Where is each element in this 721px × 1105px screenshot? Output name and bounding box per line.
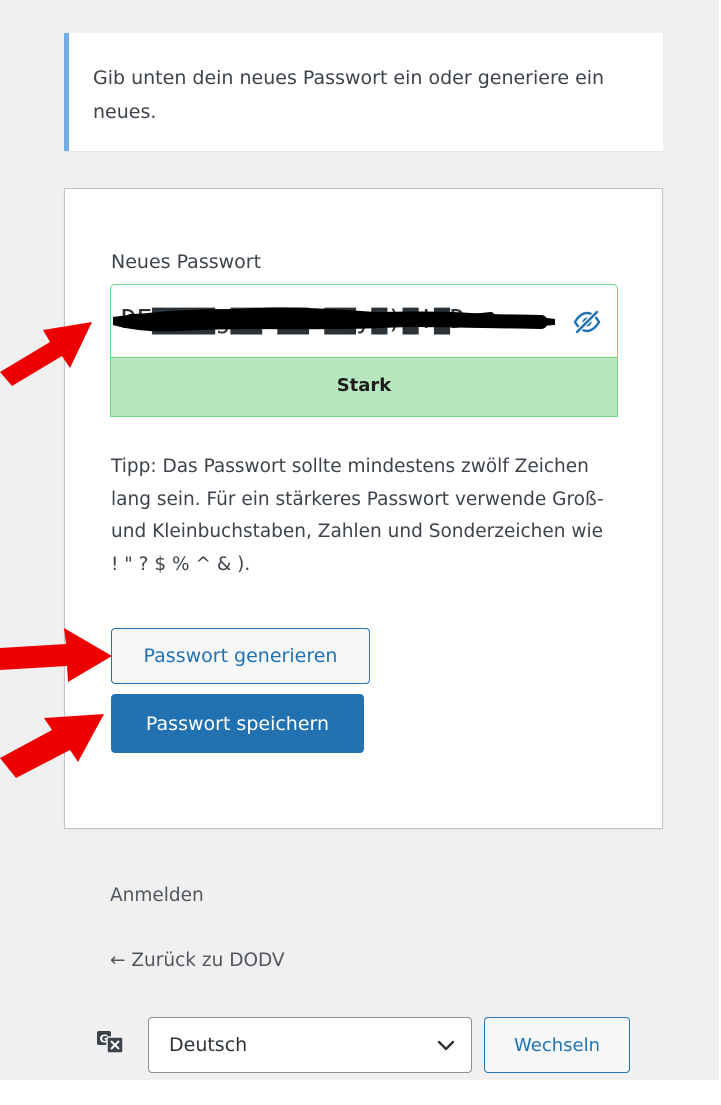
reset-password-form: Neues Passwort Stark	[64, 188, 663, 829]
page: Gib unten dein neues Passwort ein oder g…	[0, 0, 721, 1105]
password-hint: Tipp: Das Passwort sollte mindestens zwö…	[111, 456, 604, 575]
info-message-text: Gib unten dein neues Passwort ein oder g…	[93, 67, 605, 123]
annotation-arrow-save	[0, 714, 104, 778]
password-field-wrapper	[110, 284, 618, 357]
password-label: Neues Passwort	[111, 251, 262, 273]
generate-password-button[interactable]: Passwort generieren	[111, 628, 370, 684]
language-select[interactable]: Deutsch	[148, 1017, 472, 1073]
save-password-button[interactable]: Passwort speichern	[111, 694, 364, 753]
language-select-value: Deutsch	[169, 1034, 248, 1056]
password-strength-meter: Stark	[110, 357, 618, 417]
info-message: Gib unten dein neues Passwort ein oder g…	[64, 33, 663, 151]
login-link[interactable]: Anmelden	[110, 883, 204, 909]
annotation-arrow-generate	[0, 628, 112, 682]
chevron-down-icon	[437, 1040, 455, 1051]
annotation-arrow-password	[0, 322, 92, 386]
redaction-scribble	[113, 307, 555, 332]
login-panel: Gib unten dein neues Passwort ein oder g…	[0, 0, 719, 1080]
back-to-site-link[interactable]: ← Zurück zu DODV	[110, 948, 285, 974]
eye-slash-icon[interactable]	[567, 302, 607, 342]
switch-language-button[interactable]: Wechseln	[484, 1017, 630, 1073]
translation-icon: G	[97, 1031, 125, 1054]
